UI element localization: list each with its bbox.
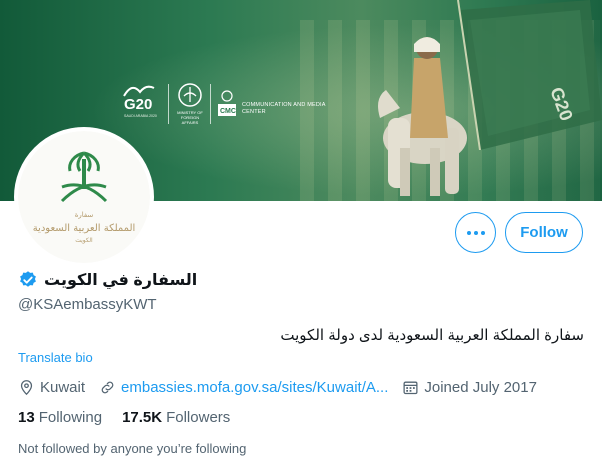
avatar-line-1: سفارة <box>75 211 94 219</box>
profile-handle: @KSAembassyKWT <box>18 296 157 313</box>
translate-bio-link[interactable]: Translate bio <box>18 350 93 365</box>
location-pin-icon <box>20 379 33 395</box>
followers-link[interactable]: 17.5K Followers <box>122 409 230 426</box>
avatar-line-3: الكويت <box>75 237 93 244</box>
website-item: embassies.mofa.gov.sa/sites/Kuwait/A... <box>99 379 388 396</box>
saudi-emblem-icon <box>60 151 108 203</box>
g20-subtitle: SAUDI ARABIA 2020 <box>124 114 157 118</box>
followers-label: Followers <box>166 409 231 426</box>
mofa-logo: MINISTRY OF FOREIGN AFFAIRS <box>173 82 205 126</box>
mofa-emblem-icon <box>178 83 202 107</box>
g20-logo: G20 SAUDI ARABIA 2020 <box>118 82 166 126</box>
location-item: Kuwait <box>18 379 85 396</box>
g20-text: G20 <box>124 96 153 113</box>
profile-name-row: السفارة في الكويت <box>18 265 197 295</box>
joined-item: Joined July 2017 <box>402 379 537 396</box>
verified-badge-icon[interactable] <box>18 270 38 290</box>
followers-count: 17.5K <box>122 409 163 426</box>
social-context-text: Not followed by anyone you’re following <box>18 441 247 456</box>
logo-divider <box>168 84 169 124</box>
logo-divider <box>210 84 211 124</box>
embassy-calligraphy: سفارة المملكة العربية السعودية الكويت <box>33 211 136 244</box>
cmc-logo: CMC COMMUNICATION AND MEDIA CENTER <box>216 88 326 124</box>
cmc-text: COMMUNICATION AND MEDIA CENTER <box>242 102 326 115</box>
follow-stats: 13 Following 17.5K Followers <box>18 409 230 426</box>
horse-rider-graphic <box>378 37 467 196</box>
cmc-icon: CMC <box>218 90 236 116</box>
following-label: Following <box>38 409 103 426</box>
profile-avatar[interactable]: سفارة المملكة العربية السعودية الكويت <box>14 127 154 267</box>
more-dots-icon <box>466 230 485 235</box>
following-link[interactable]: 13 Following <box>18 409 102 426</box>
joined-date: Joined July 2017 <box>424 378 537 396</box>
sponsor-logos: G20 SAUDI ARABIA 2020 MINISTRY OF FOREIG… <box>118 80 328 128</box>
location-text: Kuwait <box>40 378 86 396</box>
website-link[interactable]: embassies.mofa.gov.sa/sites/Kuwait/A... <box>121 379 388 396</box>
avatar-line-2: المملكة العربية السعودية <box>33 223 136 234</box>
profile-bio: سفارة المملكة العربية السعودية لدى دولة … <box>280 327 584 344</box>
following-count: 13 <box>18 409 35 426</box>
profile-meta: Kuwait embassies.mofa.gov.sa/sites/Kuwai… <box>18 376 551 398</box>
cmc-label: CMC <box>220 108 236 115</box>
calendar-icon <box>403 381 418 394</box>
more-options-button[interactable] <box>455 212 496 253</box>
mofa-text: MINISTRY OF FOREIGN AFFAIRS <box>177 110 203 125</box>
follow-button[interactable]: Follow <box>505 212 583 253</box>
display-name: السفارة في الكويت <box>44 272 198 289</box>
link-icon <box>101 381 114 393</box>
